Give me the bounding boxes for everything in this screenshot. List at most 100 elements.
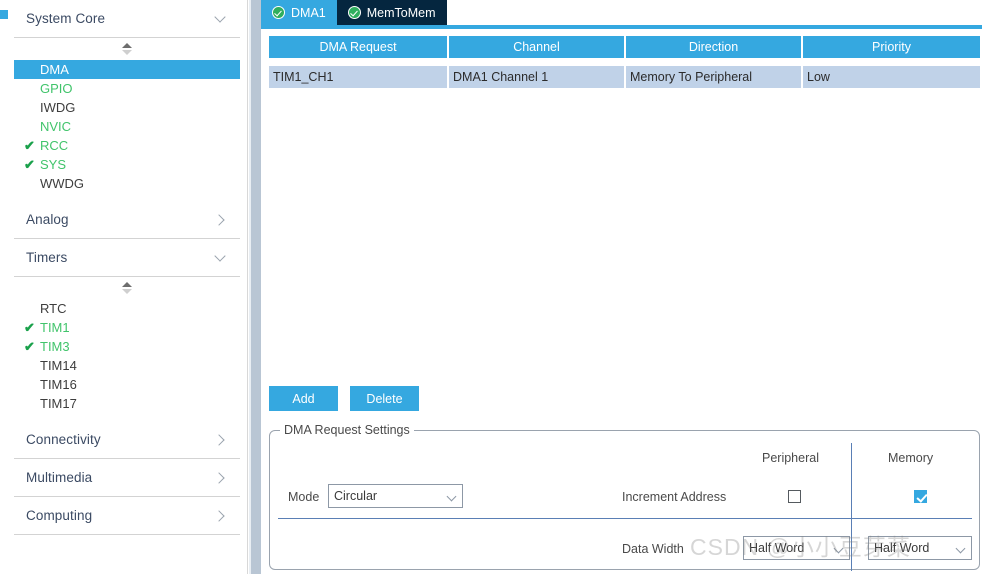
sidebar-section-label: Computing <box>26 508 93 523</box>
sidebar-item-iwdg[interactable]: ✔IWDG <box>14 98 240 117</box>
check-icon: ✔ <box>24 157 35 172</box>
sidebar-item-dma[interactable]: ✔DMA <box>14 60 240 79</box>
tab-dma1[interactable]: DMA1 <box>261 0 337 25</box>
sidebar-section-label: Connectivity <box>26 432 101 447</box>
sidebar-item-label: DMA <box>40 62 69 77</box>
sidebar-section-label: Multimedia <box>26 470 93 485</box>
data-width-label: Data Width <box>622 542 684 556</box>
column-header-memory: Memory <box>888 451 934 465</box>
check-icon: ✔ <box>24 138 35 153</box>
sidebar-item-label: GPIO <box>40 81 73 96</box>
data-width-peripheral-value: Half Word <box>749 541 805 555</box>
sidebar-item-label: TIM17 <box>40 396 77 411</box>
delete-button[interactable]: Delete <box>350 386 419 411</box>
sidebar-section-label: System Core <box>26 11 106 26</box>
mode-select-value: Circular <box>334 489 378 503</box>
main-panel: DMA1 MemToMem DMA Request Channel Directi… <box>261 0 982 574</box>
sidebar-sections: System Core✔DMA✔GPIO✔IWDG✔NVIC✔RCC✔SYS✔W… <box>14 0 240 535</box>
sidebar-item-label: TIM3 <box>40 339 70 354</box>
sidebar-scroll-spinner-icon[interactable] <box>14 38 240 60</box>
dma-request-table: DMA Request Channel Direction Priority T… <box>269 36 980 88</box>
table-header-priority[interactable]: Priority <box>803 36 980 58</box>
chevron-down-icon <box>214 12 228 26</box>
sidebar-section-analog[interactable]: Analog <box>14 201 240 239</box>
sidebar-item-label: RTC <box>40 301 67 316</box>
sidebar-item-label: SYS <box>40 157 67 172</box>
tab-label: DMA1 <box>291 5 326 20</box>
sidebar-item-tim1[interactable]: ✔ TIM1 <box>14 318 240 337</box>
check-circle-icon <box>272 6 285 19</box>
chevron-right-icon <box>214 213 228 227</box>
increment-address-memory-checkbox[interactable] <box>914 490 927 503</box>
sidebar-item-sys[interactable]: ✔ SYS <box>14 155 240 174</box>
chevron-down-icon <box>214 251 228 265</box>
mode-label: Mode <box>288 490 320 504</box>
check-icon: ✔ <box>24 339 35 354</box>
sidebar-item-list: ✔RTC✔TIM1✔TIM3✔TIM14✔TIM16✔TIM17 <box>14 299 240 421</box>
sidebar-scroll-spinner-icon[interactable] <box>14 277 240 299</box>
check-icon-placeholder: ✔ <box>24 359 40 372</box>
sidebar-item-gpio[interactable]: ✔GPIO <box>14 79 240 98</box>
check-icon: ✔ <box>24 320 35 335</box>
data-width-memory-select[interactable]: Half Word <box>868 536 972 560</box>
sidebar-item-label: TIM16 <box>40 377 77 392</box>
data-width-memory-value: Half Word <box>874 541 930 555</box>
chevron-right-icon <box>214 509 228 523</box>
sidebar-section-label: Timers <box>26 250 68 265</box>
sidebar-section-connectivity[interactable]: Connectivity <box>14 421 240 459</box>
tab-bar: DMA1 MemToMem <box>261 0 982 25</box>
table-header-direction[interactable]: Direction <box>626 36 803 58</box>
cell-priority: Low <box>803 66 980 88</box>
sidebar-accent-marker <box>0 10 8 19</box>
table-header-dma-request[interactable]: DMA Request <box>269 36 449 58</box>
check-icon-placeholder: ✔ <box>24 82 40 95</box>
sidebar-item-wwdg[interactable]: ✔WWDG <box>14 174 240 193</box>
app-root: System Core✔DMA✔GPIO✔IWDG✔NVIC✔RCC✔SYS✔W… <box>0 0 982 574</box>
sidebar-item-tim3[interactable]: ✔ TIM3 <box>14 337 240 356</box>
sidebar-item-tim17[interactable]: ✔TIM17 <box>14 394 240 413</box>
increment-address-peripheral-checkbox[interactable] <box>788 490 801 503</box>
check-icon-placeholder: ✔ <box>24 63 40 76</box>
add-button[interactable]: Add <box>269 386 338 411</box>
sidebar-section-label: Analog <box>26 212 69 227</box>
sidebar-item-label: WWDG <box>40 176 85 191</box>
sidebar-item-label: NVIC <box>40 119 72 134</box>
sidebar-item-label: TIM14 <box>40 358 77 373</box>
check-icon-placeholder: ✔ <box>24 397 40 410</box>
check-icon-placeholder: ✔ <box>24 302 40 315</box>
table-actions: Add Delete <box>269 386 419 411</box>
check-circle-icon <box>347 6 361 19</box>
sidebar-item-list: ✔DMA✔GPIO✔IWDG✔NVIC✔RCC✔SYS✔WWDG <box>14 60 240 201</box>
sidebar-section-multimedia[interactable]: Multimedia <box>14 459 240 497</box>
increment-address-label: Increment Address <box>622 490 727 504</box>
cell-dma-request: TIM1_CH1 <box>269 66 449 88</box>
sidebar-item-tim16[interactable]: ✔TIM16 <box>14 375 240 394</box>
table-header-channel[interactable]: Channel <box>449 36 626 58</box>
data-width-peripheral-select[interactable]: Half Word <box>743 536 850 560</box>
table-row[interactable]: TIM1_CH1 DMA1 Channel 1 Memory To Periph… <box>269 66 980 88</box>
sidebar-splitter[interactable] <box>249 0 261 574</box>
cell-direction: Memory To Peripheral <box>626 66 803 88</box>
dma-request-settings-group: DMA Request Settings Peripheral Memory M… <box>269 423 980 571</box>
sidebar-item-nvic[interactable]: ✔NVIC <box>14 117 240 136</box>
sidebar-item-rtc[interactable]: ✔RTC <box>14 299 240 318</box>
chevron-right-icon <box>214 471 228 485</box>
tab-label: MemToMem <box>366 5 436 20</box>
check-icon-placeholder: ✔ <box>24 378 40 391</box>
sidebar-item-rcc[interactable]: ✔ RCC <box>14 136 240 155</box>
sidebar-section-system-core[interactable]: System Core <box>14 0 240 38</box>
check-icon-placeholder: ✔ <box>24 101 40 114</box>
settings-vertical-divider <box>851 443 852 571</box>
table-header-row: DMA Request Channel Direction Priority <box>269 36 980 58</box>
sidebar-item-label: RCC <box>40 138 69 153</box>
sidebar-section-computing[interactable]: Computing <box>14 497 240 535</box>
tab-memtomem[interactable]: MemToMem <box>336 0 447 25</box>
sidebar-item-label: TIM1 <box>40 320 70 335</box>
sidebar-section-timers[interactable]: Timers <box>14 239 240 277</box>
check-icon-placeholder: ✔ <box>24 120 40 133</box>
mode-select[interactable]: Circular <box>328 484 463 508</box>
chevron-right-icon <box>214 433 228 447</box>
cell-channel: DMA1 Channel 1 <box>449 66 626 88</box>
sidebar-item-tim14[interactable]: ✔TIM14 <box>14 356 240 375</box>
sidebar-item-label: IWDG <box>40 100 76 115</box>
